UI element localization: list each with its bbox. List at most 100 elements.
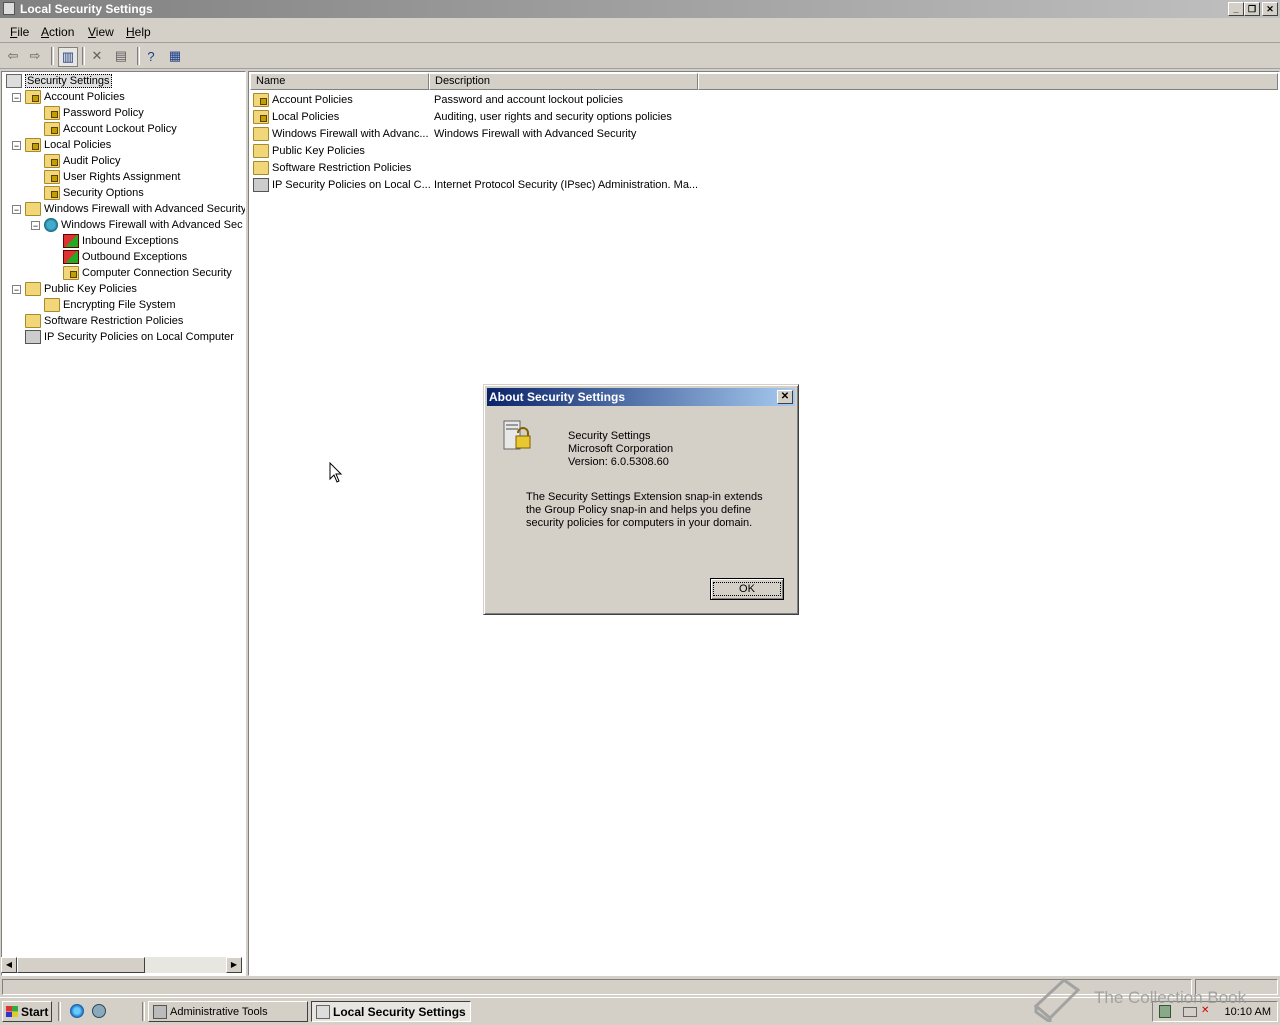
taskbar-separator <box>142 1002 145 1021</box>
scroll-left-icon[interactable]: ◀ <box>1 957 17 973</box>
connection-security-icon <box>63 266 79 280</box>
tree-item-audit-policy[interactable]: Audit Policy <box>44 153 120 169</box>
tree-item-public-key-policies[interactable]: − Public Key Policies <box>12 281 137 297</box>
folder-icon <box>44 298 60 312</box>
security-settings-icon <box>316 1004 330 1019</box>
security-settings-icon <box>6 74 22 88</box>
dialog-company: Microsoft Corporation <box>568 443 674 455</box>
toolbar-separator <box>137 47 140 65</box>
tree-item-security-settings[interactable]: Security Settings <box>6 73 112 89</box>
delete-icon[interactable]: ✕ <box>88 47 106 65</box>
tree-item-ip-security-policies[interactable]: IP Security Policies on Local Computer <box>25 329 234 345</box>
ip-security-icon <box>25 330 41 344</box>
watermark-text: The Collection Book <box>1094 988 1247 1007</box>
collapse-icon[interactable]: − <box>12 92 21 102</box>
column-header-name[interactable]: Name <box>250 73 429 90</box>
toolbar-separator <box>82 47 85 65</box>
restore-button[interactable]: ❐ <box>1244 2 1260 16</box>
export-list-icon[interactable]: ▤ <box>112 47 130 65</box>
locked-folder-icon <box>44 186 60 200</box>
scrollbar-thumb[interactable] <box>17 957 145 973</box>
action-pane-icon[interactable]: ▦ <box>166 47 184 65</box>
column-header-empty[interactable] <box>698 73 1278 90</box>
taskbar-separator <box>58 1002 61 1021</box>
locked-folder-icon <box>25 138 41 152</box>
ok-button[interactable]: OK <box>710 578 784 600</box>
menu-view[interactable]: View <box>88 25 114 39</box>
tree-item-account-policies[interactable]: − Account Policies <box>12 89 125 105</box>
about-dialog: About Security Settings ✕ Security Setti… <box>483 384 799 615</box>
menu-file[interactable]: File <box>10 25 29 39</box>
tree-item-local-policies[interactable]: − Local Policies <box>12 137 111 153</box>
list-item[interactable]: IP Security Policies on Local C... Inter… <box>253 176 953 193</box>
firewall-globe-icon <box>44 218 58 232</box>
tree-horizontal-scrollbar[interactable]: ◀ ▶ <box>1 957 242 973</box>
list-item[interactable]: Windows Firewall with Advanc... Windows … <box>253 125 953 142</box>
tree-item-windows-firewall[interactable]: − Windows Firewall with Advanced Securit… <box>12 201 245 217</box>
scroll-right-icon[interactable]: ▶ <box>226 957 242 973</box>
help-icon[interactable]: ? <box>142 47 160 65</box>
tree-item-software-restriction-policies[interactable]: Software Restriction Policies <box>25 313 183 329</box>
menu-action[interactable]: Action <box>41 25 74 39</box>
dialog-product-name: Security Settings <box>568 430 651 442</box>
locked-folder-icon <box>44 154 60 168</box>
show-hide-tree-icon[interactable]: ▥ <box>58 47 78 67</box>
tree-item-encrypting-file-system[interactable]: Encrypting File System <box>44 297 175 313</box>
watermark: The Collection Book <box>1030 976 1270 1022</box>
task-button-administrative-tools[interactable]: Administrative Tools <box>148 1001 308 1022</box>
console-tree[interactable]: Security Settings − Account Policies Pas… <box>1 71 246 976</box>
tree-item-inbound-exceptions[interactable]: Inbound Exceptions <box>63 233 179 249</box>
tree-item-windows-firewall-local[interactable]: − Windows Firewall with Advanced Sec <box>31 217 243 233</box>
toolbar-separator <box>51 47 54 65</box>
tree-item-security-options[interactable]: Security Options <box>44 185 144 201</box>
tree-item-password-policy[interactable]: Password Policy <box>44 105 144 121</box>
show-desktop-icon[interactable] <box>92 1004 106 1018</box>
locked-folder-icon <box>25 90 41 104</box>
tree-item-computer-connection-security[interactable]: Computer Connection Security <box>63 265 232 281</box>
dialog-title-bar[interactable]: About Security Settings ✕ <box>487 388 795 406</box>
tree-item-outbound-exceptions[interactable]: Outbound Exceptions <box>63 249 187 265</box>
forward-arrow-icon[interactable]: ⇨ <box>26 47 44 65</box>
menu-help[interactable]: Help <box>126 25 151 39</box>
folder-icon <box>253 160 269 175</box>
locked-folder-icon <box>44 122 60 136</box>
list-item[interactable]: Software Restriction Policies <box>253 159 953 176</box>
locked-folder-icon <box>44 106 60 120</box>
dialog-title: About Security Settings <box>489 390 626 404</box>
task-button-local-security-settings[interactable]: Local Security Settings <box>311 1001 471 1022</box>
list-item[interactable]: Account Policies Password and account lo… <box>253 91 953 108</box>
collapse-icon[interactable]: − <box>12 284 21 294</box>
dialog-description-line: The Security Settings Extension snap-in … <box>526 491 763 503</box>
back-arrow-icon[interactable]: ⇦ <box>4 47 22 65</box>
toolbar: ⇦ ⇨ ▥ ✕ ▤ ? ▦ <box>0 44 1280 69</box>
firewall-icon <box>63 250 79 264</box>
security-settings-icon <box>503 420 531 450</box>
start-button[interactable]: Start <box>2 1001 52 1022</box>
app-icon <box>3 2 15 15</box>
tree-item-account-lockout-policy[interactable]: Account Lockout Policy <box>44 121 177 137</box>
status-panel-main <box>2 979 1192 995</box>
locked-folder-icon <box>253 92 269 107</box>
internet-explorer-icon[interactable] <box>70 1004 84 1018</box>
administrative-tools-icon <box>153 1004 167 1019</box>
collapse-icon[interactable]: − <box>31 220 40 230</box>
book-logo-icon <box>1033 978 1081 1022</box>
folder-icon <box>25 282 41 296</box>
collapse-icon[interactable]: − <box>12 204 21 214</box>
tree-item-user-rights-assignment[interactable]: User Rights Assignment <box>44 169 180 185</box>
dialog-close-button[interactable]: ✕ <box>777 390 793 404</box>
dialog-version: Version: 6.0.5308.60 <box>568 456 669 468</box>
window-title: Local Security Settings <box>20 2 153 16</box>
minimize-button[interactable]: _ <box>1228 2 1244 16</box>
list-item[interactable]: Public Key Policies <box>253 142 953 159</box>
list-item[interactable]: Local Policies Auditing, user rights and… <box>253 108 953 125</box>
window-title-bar[interactable]: Local Security Settings _ ❐ ✕ <box>0 0 1280 18</box>
windows-logo-icon <box>6 1006 18 1017</box>
column-header-description[interactable]: Description <box>429 73 698 90</box>
folder-icon <box>253 126 269 141</box>
close-button[interactable]: ✕ <box>1262 2 1278 16</box>
collapse-icon[interactable]: − <box>12 140 21 150</box>
mouse-cursor-icon <box>329 462 343 483</box>
folder-icon <box>25 202 41 216</box>
firewall-icon <box>63 234 79 248</box>
